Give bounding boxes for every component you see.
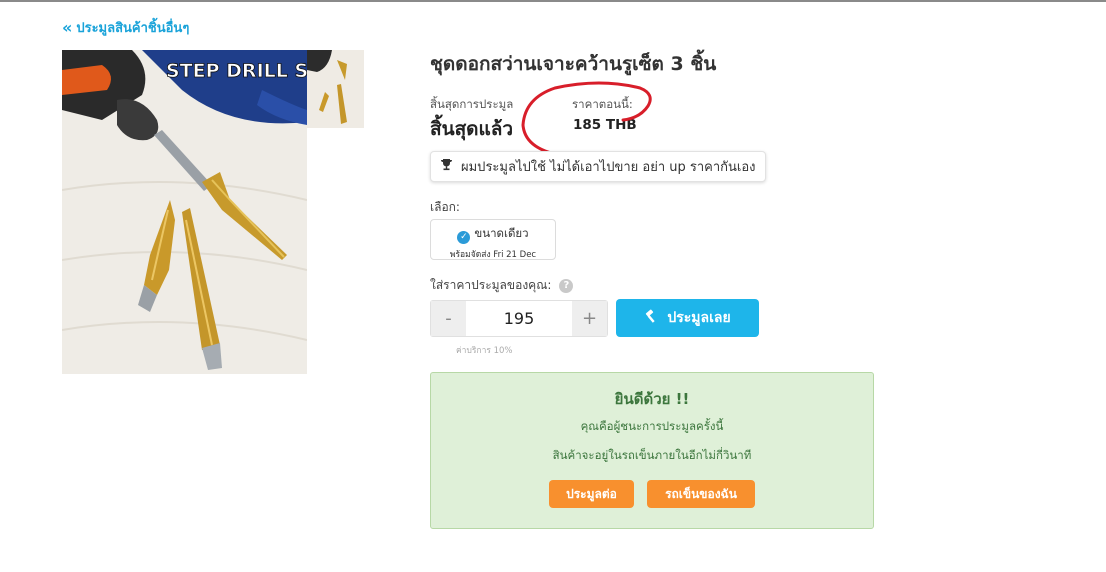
back-to-other-products-link[interactable]: « ประมูลสินค้าชิ้นอื่นๆ: [62, 17, 189, 38]
bid-stepper: - 195 +: [430, 300, 608, 337]
increase-bid-button[interactable]: +: [572, 301, 607, 336]
double-chevron-left-icon: «: [62, 17, 73, 37]
back-link-label: ประมูลสินค้าชิ้นอื่นๆ: [76, 21, 190, 36]
decrease-bid-button[interactable]: -: [431, 301, 466, 336]
option-label: เลือก:: [430, 200, 460, 214]
winner-text: คุณคือผู้ชนะการประมูลครั้งนี้: [580, 419, 724, 433]
auction-end-value: สิ้นสุดแล้ว: [430, 118, 514, 140]
gavel-icon: [644, 309, 659, 328]
winner-message-box: ยินดีด้วย !! คุณคือผู้ชนะการประมูลครั้งน…: [430, 372, 874, 529]
help-icon[interactable]: ?: [559, 278, 574, 293]
congrats-title: ยินดีด้วย !!: [614, 390, 690, 408]
bid-input-label: ใส่ราคาประมูลของคุณ: ?: [430, 276, 574, 295]
product-thumbnail[interactable]: [307, 50, 364, 128]
auction-end-label: สิ้นสุดการประมูล: [430, 97, 514, 111]
top-border: [0, 0, 1106, 2]
notice-text: ผมประมูลไปใช้ ไม่ได้เอาไปขาย อย่า up ราค…: [461, 160, 756, 175]
service-fee-note: ค่าบริการ 10%: [456, 346, 513, 356]
thumbnail-drill-photo: [307, 50, 364, 128]
option-title: ขนาดเดียว: [474, 226, 529, 240]
place-bid-label: ประมูลเลย: [667, 310, 731, 326]
product-image[interactable]: STEP DRILL SET: [62, 50, 307, 374]
bid-label-text: ใส่ราคาประมูลของคุณ:: [430, 278, 552, 292]
my-cart-button[interactable]: รถเข็นของฉัน: [647, 480, 755, 508]
cart-info-text: สินค้าจะอยู่ในรถเข็นภายในอีกไม่กี่วินาที: [552, 448, 752, 462]
option-shipping-date: พร้อมจัดส่ง Fri 21 Dec: [449, 250, 537, 260]
bid-amount-input[interactable]: 195: [466, 301, 572, 336]
trophy-icon: [440, 158, 453, 175]
step-drill-photo: STEP DRILL SET: [62, 50, 307, 374]
image-caption: STEP DRILL SET: [166, 60, 307, 82]
check-circle-icon: ✓: [457, 231, 471, 244]
continue-bidding-button[interactable]: ประมูลต่อ: [549, 480, 634, 508]
seller-notice: ผมประมูลไปใช้ ไม่ได้เอาไปขาย อย่า up ราค…: [430, 151, 766, 182]
product-title: ชุดดอกสว่านเจาะคว้านรูเซ็ต 3 ชิ้น: [430, 53, 717, 75]
place-bid-button[interactable]: ประมูลเลย: [616, 299, 759, 337]
size-option-card[interactable]: ✓ ขนาดเดียว พร้อมจัดส่ง Fri 21 Dec: [430, 219, 556, 260]
